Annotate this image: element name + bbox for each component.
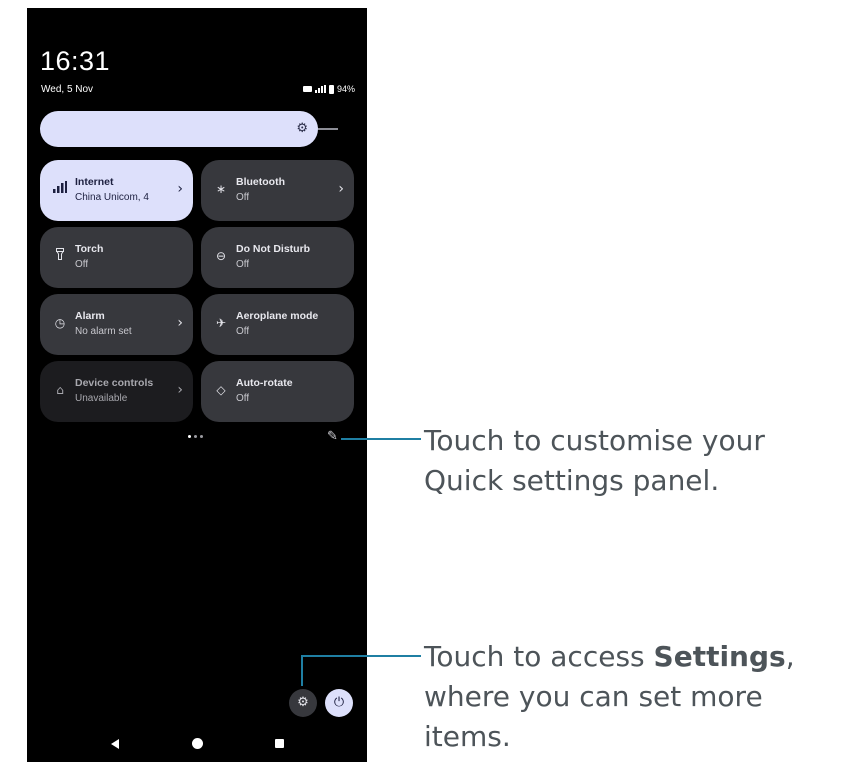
tile-subtitle: No alarm set [75,326,132,337]
tile-title: Auto-rotate [236,377,293,389]
tile-subtitle: Off [236,192,250,203]
callout-text: , [785,640,795,673]
chevron-right-icon: › [177,382,183,398]
brightness-slider[interactable]: ⚙ [40,111,318,147]
tile-alarm[interactable]: ◷ Alarm No alarm set › [40,294,193,355]
signal-icon [53,181,67,197]
bluetooth-icon: ∗ [215,182,227,196]
callout-leader-settings [301,655,421,657]
tile-title: Alarm [75,310,105,322]
date: Wed, 5 Nov [41,84,94,95]
tile-aeroplane-mode[interactable]: ✈ Aeroplane mode Off [201,294,354,355]
brightness-track[interactable] [318,128,338,130]
home-icon: ⌂ [56,383,64,397]
callout-customise-line2: Quick settings panel. [424,464,720,497]
tile-torch[interactable]: Torch Off [40,227,193,288]
page-indicator [188,435,203,438]
callout-customise: Touch to customise your Quick settings p… [424,421,765,501]
sim-icon [302,86,312,92]
chevron-right-icon: › [177,181,183,197]
do-not-disturb-icon: ⊖ [215,249,227,263]
phone-screen: 16:31 Wed, 5 Nov 94% ⚙ Internet China Un… [27,8,367,762]
callout-settings-line2: where you can set more [424,680,763,713]
chevron-right-icon: › [177,315,183,331]
signal-icon [314,85,326,93]
tile-title: Aeroplane mode [236,310,319,322]
chevron-right-icon: › [338,181,344,197]
tile-bluetooth[interactable]: ∗ Bluetooth Off › [201,160,354,221]
tile-subtitle: Off [75,259,89,270]
tile-subtitle: Unavailable [75,393,128,404]
tile-title: Do Not Disturb [236,243,311,255]
callout-settings-line1: Touch to access Settings, [424,637,795,677]
recents-icon[interactable] [275,739,284,748]
callout-settings-line3: items. [424,720,511,753]
power-button[interactable]: ⏻ [325,689,353,717]
power-icon: ⏻ [333,695,345,710]
status-icons: 94% [302,84,355,94]
tile-subtitle: Off [236,259,250,270]
callout-leader-customise [341,438,421,440]
callout-bold-text: Settings [653,640,786,673]
alarm-icon: ◷ [54,316,66,330]
callout-text: Touch to access [424,640,654,673]
tile-title: Bluetooth [236,176,285,188]
home-nav-icon[interactable] [192,738,203,749]
battery-level: 94% [336,84,355,94]
auto-rotate-icon: ◇ [216,383,226,397]
tile-subtitle: Off [236,393,250,404]
callout-customise-line1: Touch to customise your [424,424,765,457]
callout-leader-settings-vertical [301,655,303,686]
edit-icon[interactable]: ✎ [327,430,338,444]
tile-internet[interactable]: Internet China Unicom, 4 › [40,160,193,221]
tile-title: Torch [75,243,104,255]
tile-subtitle: China Unicom, 4 [75,192,149,203]
callout-settings: Touch to access Settings, where you can … [424,637,795,757]
battery-icon [328,84,334,94]
tile-do-not-disturb[interactable]: ⊖ Do Not Disturb Off [201,227,354,288]
tile-auto-rotate[interactable]: ◇ Auto-rotate Off [201,361,354,422]
tile-title: Device controls [75,377,154,389]
clock: 16:31 [40,46,111,76]
back-icon[interactable] [111,739,119,749]
tile-title: Internet [75,176,114,188]
gear-icon: ⚙ [297,695,309,710]
tile-subtitle: Off [236,326,250,337]
torch-icon [53,248,67,264]
aeroplane-icon: ✈ [215,316,227,330]
tile-device-controls[interactable]: ⌂ Device controls Unavailable › [40,361,193,422]
brightness-icon: ⚙ [296,121,308,136]
settings-button[interactable]: ⚙ [289,689,317,717]
